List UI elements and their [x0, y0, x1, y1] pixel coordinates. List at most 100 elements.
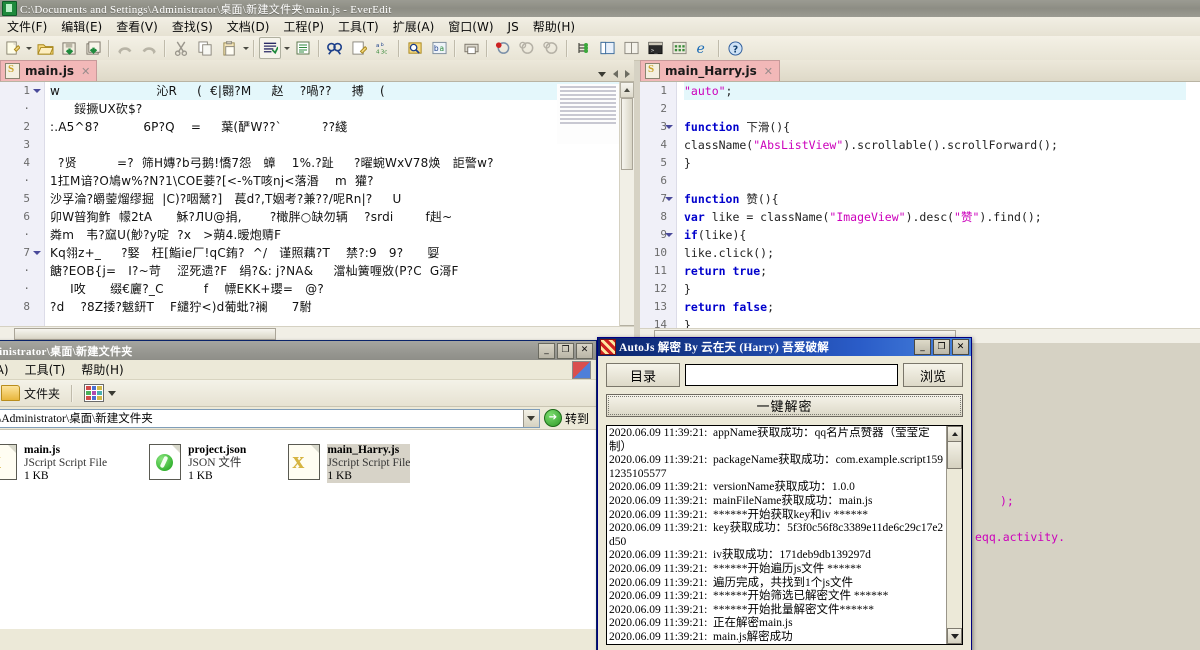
- fold-triangle-icon[interactable]: [32, 244, 42, 262]
- code-line: 卯W暜狥鲊 幪2tA 穌?ЛU@捐, ?橄胖○缺勿辆 ?srdi f赳~: [50, 210, 453, 224]
- menu-item-1[interactable]: 编辑(E): [54, 16, 109, 37]
- left-code-area[interactable]: 1 · 2 3 4 · 5 6 · 7 · · 8 w 沁R ( €|翾?M 赵 ?喎?? 搏 ( 鋖撅…: [0, 82, 634, 341]
- maximize-icon[interactable]: ❐: [557, 342, 574, 359]
- explorer-menu-item-1[interactable]: 工具(T): [17, 361, 74, 378]
- menu-item-7[interactable]: 扩展(A): [386, 16, 442, 37]
- address-input[interactable]: ings\Administrator\桌面\新建文件夹: [0, 408, 540, 428]
- autojs-log-panel[interactable]: 2020.06.09 11:39:21: appName获取成功：qq名片点赞器…: [606, 425, 963, 645]
- paste-icon[interactable]: [218, 37, 240, 59]
- replace-icon[interactable]: [348, 37, 370, 59]
- explorer-panel-icon[interactable]: [596, 37, 618, 59]
- line-number: 3: [23, 138, 30, 151]
- left-vertical-scrollbar[interactable]: [619, 82, 634, 341]
- close-icon[interactable]: ✕: [576, 342, 593, 359]
- right-code-area[interactable]: 1 2 3 4 5 6 7 8 9 10 11 12 13 14 "auto"; function 下滑(…: [640, 82, 1200, 343]
- minimize-icon[interactable]: _: [914, 339, 931, 355]
- paste-dropdown-icon[interactable]: [241, 38, 250, 58]
- directory-button[interactable]: 目录: [606, 363, 680, 387]
- bookmark-icon[interactable]: ba: [428, 37, 450, 59]
- script-file-icon: [5, 63, 20, 79]
- undo-icon[interactable]: [114, 37, 136, 59]
- browser-icon[interactable]: e: [692, 37, 714, 59]
- menu-item-5[interactable]: 工程(P): [276, 16, 331, 37]
- address-dropdown-icon[interactable]: [522, 409, 539, 427]
- left-minimap[interactable]: [557, 84, 619, 144]
- close-icon[interactable]: ✕: [764, 65, 773, 78]
- fold-triangle-icon[interactable]: [32, 82, 42, 100]
- menu-item-2[interactable]: 查看(V): [109, 16, 165, 37]
- stop-macro-icon[interactable]: [540, 37, 562, 59]
- open-file-icon[interactable]: [34, 37, 56, 59]
- redo-icon[interactable]: [138, 37, 160, 59]
- maximize-icon[interactable]: ❐: [933, 339, 950, 355]
- code-line: ?d ?8Z捼?魃鈃T F繾狞<)d葡蚍?襕 7駙: [50, 300, 312, 314]
- explorer-title: Administrator\桌面\新建文件夹: [0, 345, 133, 358]
- scroll-thumb[interactable]: [14, 328, 276, 340]
- help-icon[interactable]: ?: [724, 37, 746, 59]
- project-tree-icon[interactable]: [572, 37, 594, 59]
- file-item[interactable]: xmain.jsJScript Script File1 KB: [0, 444, 107, 483]
- minimize-icon[interactable]: _: [538, 342, 555, 359]
- left-horizontal-scrollbar[interactable]: [0, 326, 634, 341]
- file-item[interactable]: project.json JSON 文件 1 KB: [149, 444, 246, 483]
- code-token: false: [725, 300, 768, 314]
- play-macro-icon[interactable]: [516, 37, 538, 59]
- save-all-icon[interactable]: [82, 37, 104, 59]
- toolbar-separator: [486, 39, 488, 57]
- record-macro-icon[interactable]: [492, 37, 514, 59]
- explorer-file-list[interactable]: xmain.jsJScript Script File1 KB project.j…: [0, 430, 596, 629]
- new-file-icon[interactable]: [1, 37, 23, 59]
- cut-icon[interactable]: [170, 37, 192, 59]
- code-token: "ImageView": [829, 210, 906, 224]
- tab-scroll-right-icon[interactable]: [625, 70, 630, 78]
- code-line: Kq翎z+_ ?婜 枉[鮨ie厂!qC銪? ^/ 谨照藕?T 禁?:9 9? 娿: [50, 246, 440, 260]
- menu-item-10[interactable]: 帮助(H): [526, 16, 582, 37]
- new-file-dropdown-icon[interactable]: [24, 38, 33, 58]
- browse-button[interactable]: 浏览: [903, 363, 963, 387]
- snippet-icon[interactable]: [668, 37, 690, 59]
- views-button[interactable]: [80, 383, 120, 403]
- tab-main-js[interactable]: main.js ✕: [0, 60, 98, 81]
- zoom-find-icon[interactable]: [404, 37, 426, 59]
- one-click-decrypt-button[interactable]: 一键解密: [606, 394, 963, 417]
- scroll-up-icon[interactable]: [620, 82, 634, 98]
- console-icon[interactable]: >_: [644, 37, 666, 59]
- menu-item-8[interactable]: 窗口(W): [441, 16, 500, 37]
- directory-input[interactable]: [685, 364, 898, 386]
- file-item[interactable]: x main_Harry.js JScript Script File 1 KB: [288, 444, 411, 483]
- sort-icon[interactable]: a b 4 3c: [372, 37, 394, 59]
- log-entry: 2020.06.09 11:39:21: versionName获取成功：1.0…: [609, 481, 855, 494]
- list-format-icon[interactable]: [259, 37, 281, 59]
- scroll-down-icon[interactable]: [947, 628, 962, 644]
- close-icon[interactable]: ✕: [952, 339, 969, 355]
- print-preview-icon[interactable]: [460, 37, 482, 59]
- views-dropdown-icon[interactable]: [108, 390, 117, 396]
- tab-scroll-left-icon[interactable]: [613, 70, 618, 78]
- tab-main-harry-js[interactable]: main_Harry.js ✕: [640, 60, 780, 81]
- log-vertical-scrollbar[interactable]: [946, 426, 962, 644]
- close-icon[interactable]: ✕: [81, 65, 90, 78]
- menu-item-9[interactable]: JS: [501, 18, 526, 36]
- explorer-menu-item-0[interactable]: 帮助(H): [73, 361, 131, 378]
- split-view-icon[interactable]: [620, 37, 642, 59]
- fold-triangle-icon[interactable]: [664, 118, 674, 136]
- wrap-icon[interactable]: [292, 37, 314, 59]
- scroll-thumb[interactable]: [947, 441, 962, 469]
- explorer-menu-item-2[interactable]: 藏(A): [0, 361, 17, 378]
- scroll-thumb[interactable]: [621, 98, 633, 170]
- fold-triangle-icon[interactable]: [664, 190, 674, 208]
- scroll-up-icon[interactable]: [947, 426, 962, 442]
- copy-icon[interactable]: [194, 37, 216, 59]
- save-icon[interactable]: [58, 37, 80, 59]
- menu-item-4[interactable]: 文档(D): [220, 16, 277, 37]
- everedit-titlebar: C:\Documents and Settings\Administrator\…: [0, 0, 1200, 17]
- fold-triangle-icon[interactable]: [664, 226, 674, 244]
- go-button[interactable]: ➔ 转到: [543, 409, 593, 427]
- menu-item-0[interactable]: 文件(F): [0, 16, 54, 37]
- folders-button[interactable]: 文件夹: [0, 384, 64, 403]
- tab-list-dropdown-icon[interactable]: [598, 71, 606, 77]
- list-format-dropdown-icon[interactable]: [282, 38, 291, 58]
- find-icon[interactable]: [324, 37, 346, 59]
- menu-item-3[interactable]: 查找(S): [165, 16, 220, 37]
- menu-item-6[interactable]: 工具(T): [331, 16, 386, 37]
